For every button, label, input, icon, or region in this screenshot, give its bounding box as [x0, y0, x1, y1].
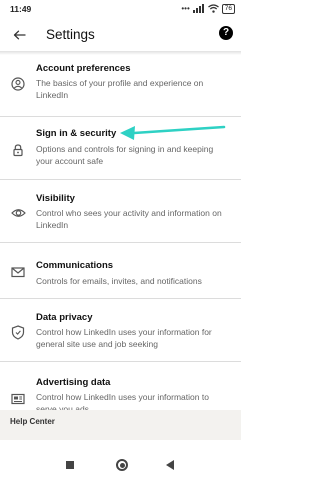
- settings-item-communications[interactable]: Communications Controls for emails, invi…: [0, 243, 241, 299]
- settings-item-visibility[interactable]: Visibility Control who sees your activit…: [0, 180, 241, 243]
- arrow-left-icon: [13, 30, 26, 40]
- settings-item-advertising-data[interactable]: Advertising data Control how LinkedIn us…: [0, 362, 241, 414]
- status-time: 11:49: [10, 4, 32, 14]
- settings-item-data-privacy[interactable]: Data privacy Control how LinkedIn uses y…: [0, 299, 241, 362]
- settings-item-description: Controls for emails, invites, and notifi…: [36, 276, 202, 286]
- help-question-icon: ?: [222, 27, 230, 38]
- eye-icon: [10, 205, 26, 221]
- settings-item-title: Sign in & security: [36, 128, 117, 139]
- settings-item-title: Data privacy: [36, 312, 93, 323]
- settings-item-description: Control how LinkedIn uses your informati…: [36, 327, 212, 349]
- home-dot-icon: [119, 462, 125, 468]
- settings-item-title: Account preferences: [36, 63, 131, 74]
- settings-item-title: Visibility: [36, 193, 75, 204]
- settings-item-description: Options and controls for signing in and …: [36, 144, 214, 166]
- system-back-button[interactable]: [166, 460, 174, 470]
- system-nav-bar: [0, 440, 241, 480]
- shield-icon: [10, 324, 26, 340]
- battery-level: 76: [224, 4, 232, 12]
- status-icons: ••• 76: [181, 3, 235, 14]
- settings-item-title: Communications: [36, 260, 114, 271]
- battery-icon: 76: [221, 3, 235, 14]
- help-button[interactable]: ?: [219, 26, 233, 40]
- home-button[interactable]: [116, 459, 128, 471]
- annotation-arrow-shaft: [132, 125, 226, 135]
- signal-icon: [192, 4, 204, 13]
- section-label: Help Center: [10, 417, 55, 426]
- wifi-icon: [207, 4, 219, 13]
- lock-icon: [10, 142, 26, 158]
- person-circle-icon: [10, 76, 26, 92]
- recents-button[interactable]: [66, 461, 74, 469]
- newspaper-icon: [10, 391, 26, 407]
- page-title: Settings: [46, 27, 95, 42]
- settings-item-title: Advertising data: [36, 377, 111, 388]
- settings-item-description: The basics of your profile and experienc…: [36, 78, 204, 100]
- status-bar: 11:49 ••• 76: [0, 0, 241, 18]
- settings-item-account-preferences[interactable]: Account preferences The basics of your p…: [0, 55, 241, 117]
- settings-item-description: Control who sees your activity and infor…: [36, 208, 222, 230]
- back-button[interactable]: [9, 25, 29, 45]
- annotation-arrow-head: [120, 126, 135, 140]
- envelope-icon: [10, 264, 26, 280]
- annotation-arrow: [120, 125, 226, 140]
- app-bar: Settings ?: [0, 18, 241, 52]
- section-help-center: Help Center: [0, 410, 241, 440]
- more-dots-icon: •••: [181, 4, 190, 13]
